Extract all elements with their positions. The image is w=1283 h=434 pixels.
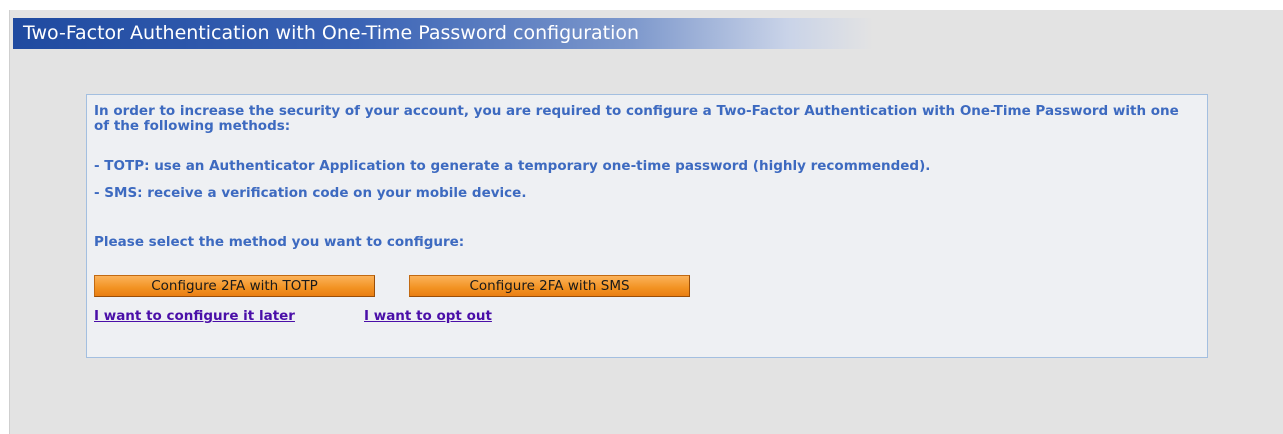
method-sms-description: - SMS: receive a verification code on yo… (94, 185, 527, 201)
opt-out-link[interactable]: I want to opt out (364, 309, 492, 324)
configuration-panel: In order to increase the security of you… (86, 94, 1208, 358)
configure-sms-button[interactable]: Configure 2FA with SMS (409, 275, 690, 297)
configure-totp-button[interactable]: Configure 2FA with TOTP (94, 275, 375, 297)
page-title: Two-Factor Authentication with One-Time … (23, 22, 640, 44)
intro-text: In order to increase the security of you… (94, 103, 1179, 134)
method-totp-description: - TOTP: use an Authenticator Application… (94, 158, 931, 174)
title-bar: Two-Factor Authentication with One-Time … (13, 18, 873, 49)
select-method-prompt: Please select the method you want to con… (94, 234, 465, 250)
configure-later-link[interactable]: I want to configure it later (94, 309, 295, 324)
page-background: Two-Factor Authentication with One-Time … (9, 10, 1283, 434)
